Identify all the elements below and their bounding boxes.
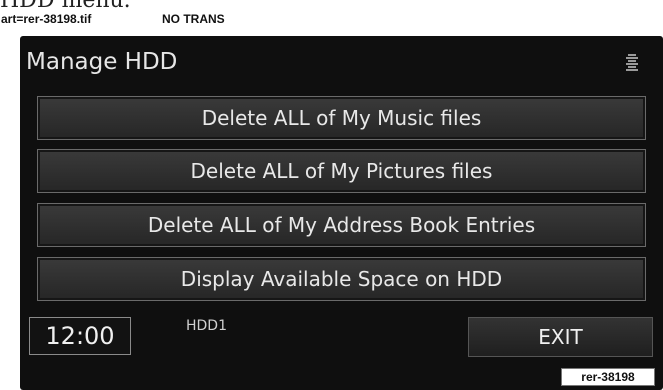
figure-code-label: rer-38198 <box>561 368 655 386</box>
delete-address-book-button[interactable]: Delete ALL of My Address Book Entries <box>37 203 646 247</box>
display-space-button[interactable]: Display Available Space on HDD <box>37 257 646 301</box>
exit-button[interactable]: EXIT <box>468 317 653 357</box>
page-title: Manage HDD <box>26 49 178 75</box>
delete-music-button[interactable]: Delete ALL of My Music files <box>37 96 646 140</box>
drive-label: HDD1 <box>186 318 227 334</box>
disc-stack-icon <box>626 54 638 71</box>
art-reference-label: art=rer-38198.tif <box>1 12 92 26</box>
translation-note: NO TRANS <box>162 12 225 26</box>
clock-display[interactable]: 12:00 <box>29 317 131 355</box>
delete-pictures-button[interactable]: Delete ALL of My Pictures files <box>37 149 646 193</box>
